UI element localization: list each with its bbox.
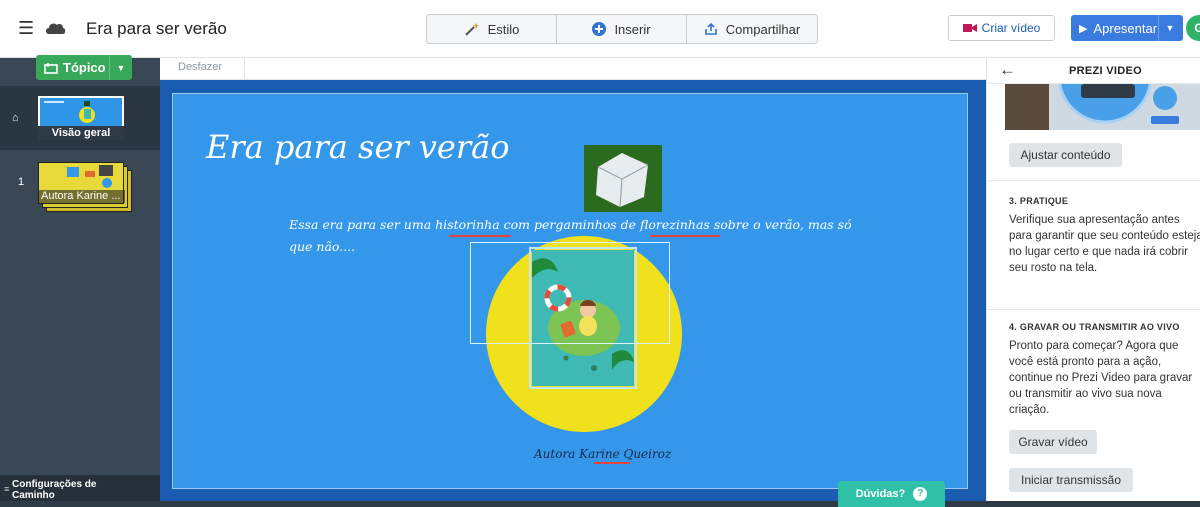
path-settings-label-line1: Configurações de [12,479,97,490]
create-video-label: Criar vídeo [981,21,1041,35]
help-button[interactable]: Dúvidas? ? [838,481,945,507]
undo-bar: Desfazer [160,58,986,80]
create-video-button[interactable]: Criar vídeo [948,15,1055,41]
video-preview-image [1005,84,1200,130]
topic-label: Tópico [63,60,106,75]
cloud-icon [46,23,66,34]
dice-image[interactable] [584,145,662,212]
insert-button[interactable]: Inserir [557,15,687,43]
panel-divider [987,309,1200,310]
editor-tabs: Estilo Inserir Compartilhar [426,14,818,44]
style-label: Estilo [487,21,520,37]
path-settings-label-line2: Caminho [12,490,55,501]
spellcheck-underline [650,235,720,237]
menu-icon[interactable]: ☰ [18,19,34,37]
insert-label: Inserir [614,21,651,37]
record-heading: 4. GRAVAR OU TRANSMITIR AO VIVO [1009,322,1180,332]
path-settings-icon: ≡ [4,484,10,494]
undo-separator [244,58,245,80]
panel-divider [987,180,1200,181]
document-title[interactable]: Era para ser verão [86,19,227,39]
present-button[interactable]: ▶ Apresentar ▼ [1071,15,1183,41]
slide-title[interactable]: Era para ser verão [206,128,510,166]
slide-body-line1: Essa era para ser uma historinha com per… [289,217,852,232]
present-dropdown-icon[interactable]: ▼ [1159,23,1181,33]
spellcheck-underline [594,462,630,464]
overview-label: Visão geral [38,126,124,140]
stack-card-front: Autora Karine ... [38,162,125,204]
magic-wand-icon [464,23,479,36]
selection-box-active[interactable] [529,247,637,389]
slide-number: 1 [18,176,25,188]
record-video-button[interactable]: Gravar vídeo [1009,430,1097,454]
plus-circle-icon [592,22,607,36]
share-icon [704,22,717,35]
topic-icon [44,62,58,74]
slide-thumbnail-art [67,165,113,188]
panel-header: ← PREZI VIDEO [987,58,1200,84]
overview-thumbnail[interactable]: Visão geral [38,96,124,140]
topic-button[interactable]: Tópico ▼ [36,55,132,80]
start-stream-button[interactable]: Iniciar transmissão [1009,468,1133,492]
back-arrow-icon[interactable]: ← [999,60,1016,80]
avatar[interactable]: G [1186,15,1200,41]
practice-heading: 3. PRATIQUE [1009,196,1069,206]
slide-thumbnail-stack[interactable]: Autora Karine ... [38,162,132,212]
prezi-video-panel: ← PREZI VIDEO Ajustar conteúdo 3. PRATIQ… [986,58,1200,501]
video-camera-icon [962,24,977,32]
home-icon: ⌂ [12,112,19,124]
help-label: Dúvidas? [855,488,906,500]
slide-author[interactable]: Autora Karine Queiroz [534,447,671,461]
share-button[interactable]: Compartilhar [687,15,817,43]
adjust-content-button[interactable]: Ajustar conteúdo [1009,143,1122,167]
share-label: Compartilhar [725,21,801,37]
path-settings-button[interactable]: ≡ Configurações de Caminho [0,475,160,501]
panel-title: PREZI VIDEO [1069,65,1142,77]
undo-button[interactable]: Desfazer [178,61,222,73]
record-text: Pronto para começar? Agora que você está… [1009,340,1193,416]
present-label: Apresentar [1093,20,1158,36]
slide-thumbnail-label: Autora Karine ... [39,190,125,203]
overview-thumbnail-art [44,101,95,123]
play-icon: ▶ [1079,22,1088,35]
style-button[interactable]: Estilo [427,15,557,43]
top-bar: ☰ Era para ser verão Estilo Inserir Comp… [0,0,1200,58]
practice-text: Verifique sua apresentação antes para ga… [1009,214,1200,274]
spellcheck-underline [449,235,511,237]
question-icon: ? [913,487,928,501]
topic-dropdown-icon[interactable]: ▼ [110,63,132,73]
